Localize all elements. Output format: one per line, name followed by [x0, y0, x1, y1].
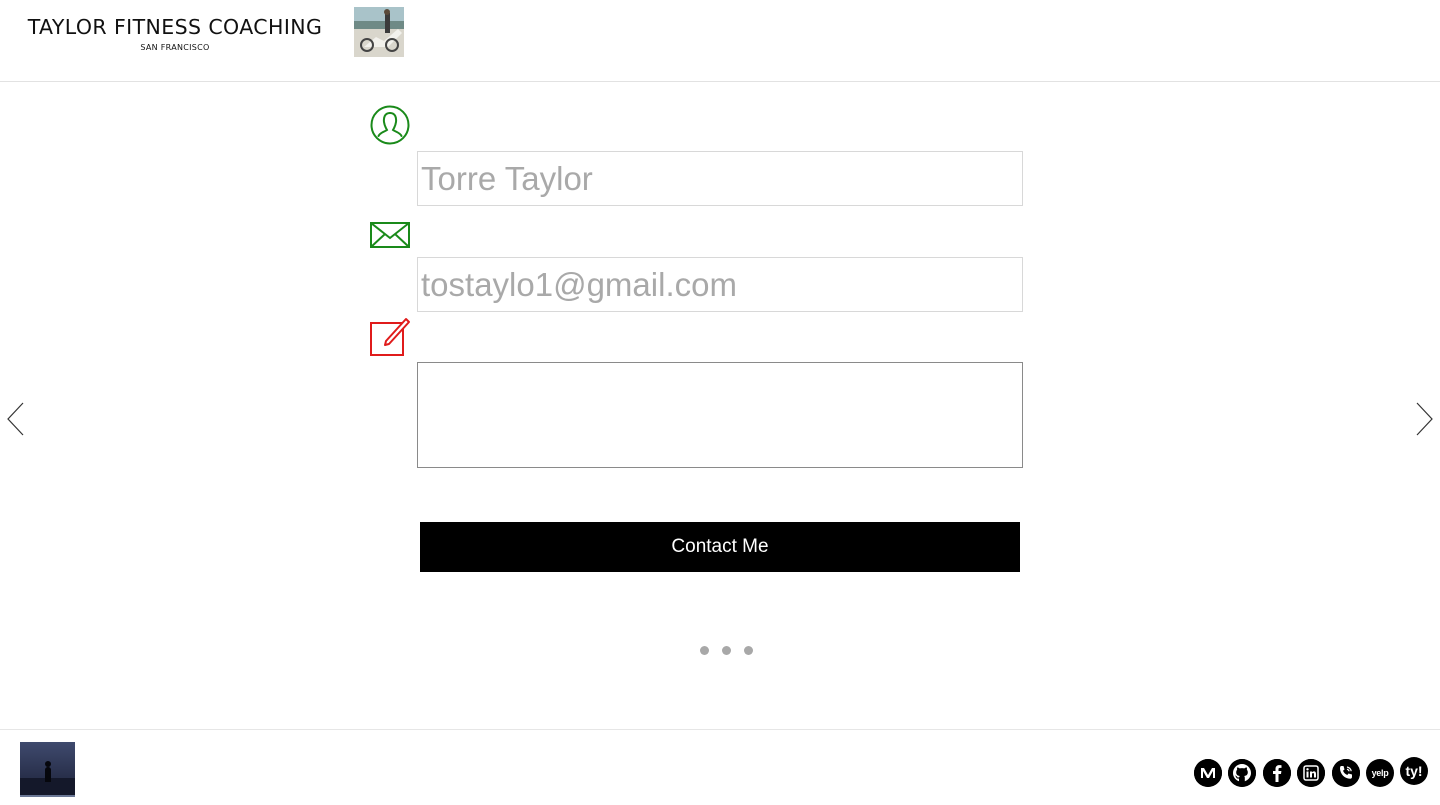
- contact-me-button[interactable]: Contact Me: [420, 522, 1020, 572]
- ty-label: ty!: [1405, 763, 1423, 779]
- facebook-icon[interactable]: [1263, 759, 1291, 787]
- slider-dot-1[interactable]: [700, 646, 709, 655]
- brand-title: TAYLOR FITNESS COACHING: [27, 15, 323, 39]
- brand-logo[interactable]: TAYLOR FITNESS COACHING SAN FRANCISCO: [14, 14, 336, 52]
- slider-pagination: [700, 646, 756, 656]
- email-field[interactable]: [417, 257, 1023, 312]
- edit-icon: [370, 315, 412, 357]
- yelp-icon[interactable]: yelp: [1366, 759, 1394, 787]
- medium-icon[interactable]: [1194, 759, 1222, 787]
- linkedin-icon[interactable]: [1297, 759, 1325, 787]
- message-textarea[interactable]: [417, 362, 1023, 468]
- site-header: TAYLOR FITNESS COACHING SAN FRANCISCO: [0, 0, 1440, 82]
- ty-logo-icon[interactable]: ty!: [1400, 757, 1428, 785]
- github-icon[interactable]: [1228, 759, 1256, 787]
- yelp-label: yelp: [1371, 768, 1389, 778]
- chevron-left-icon[interactable]: [6, 402, 24, 436]
- brand-subtitle: SAN FRANCISCO: [140, 43, 210, 52]
- chevron-right-icon[interactable]: [1416, 402, 1434, 436]
- slider-dot-2[interactable]: [722, 646, 731, 655]
- name-field[interactable]: [417, 151, 1023, 206]
- slider-dot-3[interactable]: [744, 646, 753, 655]
- phone-icon[interactable]: [1332, 759, 1360, 787]
- site-footer: yelp ty!: [0, 729, 1440, 805]
- envelope-icon: [370, 222, 410, 248]
- header-photo-thumbnail[interactable]: [354, 7, 404, 57]
- person-icon: [370, 105, 410, 145]
- footer-photo-thumbnail[interactable]: [20, 742, 75, 797]
